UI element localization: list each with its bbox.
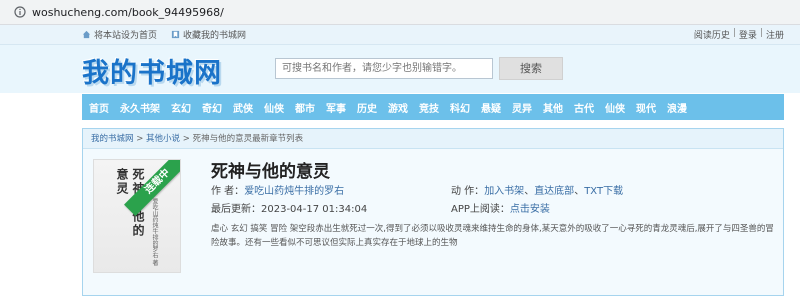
action-separator: 、 [574, 186, 585, 197]
nav-item[interactable]: 奇幻 [202, 100, 222, 115]
site-header: 我的书城网 搜索 [0, 45, 800, 93]
nav-item[interactable]: 其他 [543, 100, 563, 115]
url-text[interactable]: woshucheng.com/book_94495968/ [32, 6, 224, 19]
main-nav: 首页 永久书架 玄幻 奇幻 武侠 仙侠 都市 军事 历史 游戏 竞技 科幻 悬疑 灵异 其他 古代 仙侠 现代 浪漫 [82, 94, 784, 120]
nav-item[interactable]: 永久书架 [120, 100, 160, 115]
book-description: 虐心 玄幻 搞笑 冒险 架空段赤出生就死过一次,得到了必须以吸收灵魂来维持生命的… [211, 224, 774, 248]
site-info-icon[interactable] [14, 6, 26, 18]
nav-item[interactable]: 历史 [357, 100, 377, 115]
book-title: 死神与他的意灵 [211, 162, 330, 182]
breadcrumb-home[interactable]: 我的书城网 [91, 134, 134, 144]
top-links-bar: 将本站设为首页 收藏我的书城网 阅读历史 | 登录 | 注册 [0, 25, 800, 45]
nav-item[interactable]: 竞技 [419, 100, 439, 115]
breadcrumb-category[interactable]: 其他小说 [146, 134, 180, 144]
author-row: 作 者：爱吃山药炖牛排的罗右 [211, 182, 344, 197]
nav-item[interactable]: 现代 [636, 100, 656, 115]
author-link[interactable]: 爱吃山药炖牛排的罗右 [244, 186, 344, 197]
app-install-link[interactable]: 点击安装 [510, 204, 550, 215]
txt-download-link[interactable]: TXT下载 [584, 186, 623, 197]
bookmark-icon [171, 30, 180, 39]
separator: | [759, 28, 763, 38]
app-label: APP上阅读： [451, 204, 510, 215]
set-home-link[interactable]: 将本站设为首页 [82, 28, 157, 41]
action-label: 动 作： [451, 186, 485, 197]
update-label: 最后更新： [211, 204, 261, 215]
bookmark-link[interactable]: 收藏我的书城网 [171, 28, 246, 41]
book-info-panel: 我的书城网 > 其他小说 > 死神与他的意灵最新章节列表 意灵 死神与他的 爱吃… [82, 128, 784, 296]
nav-item[interactable]: 仙侠 [605, 100, 625, 115]
register-link[interactable]: 注册 [766, 28, 784, 41]
nav-item[interactable]: 灵异 [512, 100, 532, 115]
author-label: 作 者： [211, 186, 245, 197]
site-logo[interactable]: 我的书城网 [82, 51, 222, 90]
update-time: 2023-04-17 01:34:04 [261, 204, 368, 215]
cover-author: 爱吃山药炖牛排的罗右 著 [151, 198, 158, 266]
nav-item[interactable]: 浪漫 [667, 100, 687, 115]
search-input[interactable] [275, 58, 493, 79]
login-link[interactable]: 登录 [739, 28, 757, 41]
bookmark-label: 收藏我的书城网 [183, 31, 247, 41]
nav-item[interactable]: 首页 [89, 100, 109, 115]
nav-item[interactable]: 古代 [574, 100, 594, 115]
update-row: 最后更新：2023-04-17 01:34:04 [211, 200, 367, 215]
breadcrumb-separator: > [133, 134, 147, 144]
add-to-shelf-link[interactable]: 加入书架 [484, 186, 524, 197]
nav-item[interactable]: 武侠 [233, 100, 253, 115]
breadcrumb-current: 死神与他的意灵最新章节列表 [192, 134, 304, 144]
nav-item[interactable]: 仙侠 [264, 100, 284, 115]
nav-item[interactable]: 游戏 [388, 100, 408, 115]
nav-item[interactable]: 都市 [295, 100, 315, 115]
nav-item[interactable]: 玄幻 [171, 100, 191, 115]
nav-item[interactable]: 军事 [326, 100, 346, 115]
breadcrumb-separator: > [180, 134, 193, 144]
search-button[interactable]: 搜索 [499, 57, 563, 80]
go-bottom-link[interactable]: 直达底部 [534, 186, 574, 197]
action-row: 动 作：加入书架、直达底部、TXT下载 [451, 182, 623, 197]
history-link[interactable]: 阅读历史 [694, 28, 730, 41]
browser-address-bar[interactable]: woshucheng.com/book_94495968/ [0, 0, 800, 25]
nav-item[interactable]: 悬疑 [481, 100, 501, 115]
home-icon [82, 30, 91, 39]
cover-title-line1: 意灵 [115, 168, 129, 196]
separator: | [732, 28, 736, 38]
nav-item[interactable]: 科幻 [450, 100, 470, 115]
app-row: APP上阅读：点击安装 [451, 200, 550, 215]
set-home-label: 将本站设为首页 [94, 31, 158, 41]
action-separator: 、 [524, 186, 535, 197]
book-cover[interactable]: 意灵 死神与他的 爱吃山药炖牛排的罗右 著 连载中 [93, 159, 181, 273]
breadcrumb: 我的书城网 > 其他小说 > 死神与他的意灵最新章节列表 [83, 129, 783, 149]
